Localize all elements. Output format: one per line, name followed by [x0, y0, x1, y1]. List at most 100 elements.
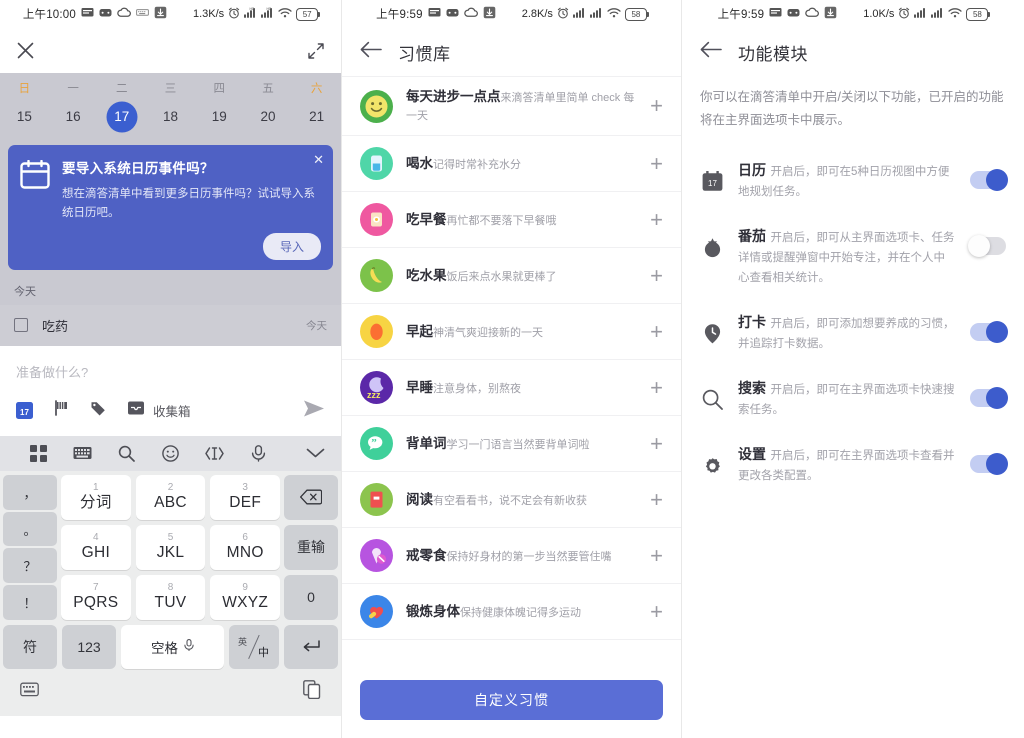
add-habit-icon[interactable]: + — [650, 95, 663, 117]
download-icon — [483, 6, 496, 22]
key-6[interactable]: 6 MNO — [210, 524, 281, 570]
key-3[interactable]: 3 DEF — [210, 474, 281, 520]
feature-row-search[interactable]: 搜索 开启后，即可在主界面选项卡快速搜索任务。 — [682, 368, 1024, 434]
key-7[interactable]: 7 PQRS — [61, 574, 131, 620]
close-icon[interactable] — [16, 41, 35, 60]
habit-row[interactable]: 早起神清气爽迎接新的一天 + — [342, 304, 681, 360]
add-habit-icon[interactable]: + — [650, 264, 663, 287]
key-5[interactable]: 5 JKL — [135, 524, 206, 570]
key-8[interactable]: 8 TUV — [135, 574, 206, 620]
feature-toggle-habit[interactable] — [970, 321, 1008, 344]
key-exclaim[interactable]: ！ — [3, 585, 57, 620]
habit-row[interactable]: 吃水果饭后来点水果就更棒了 + — [342, 248, 681, 304]
add-habit-icon[interactable]: + — [650, 544, 663, 567]
svg-text:HD: HD — [267, 7, 272, 11]
habit-row[interactable]: 喝水记得时常补充水分 + — [342, 136, 681, 192]
add-habit-icon[interactable]: + — [650, 488, 663, 511]
signal-1-icon — [572, 7, 586, 21]
cursor-move-icon[interactable] — [193, 446, 237, 461]
day-cell-15[interactable]: 15 — [0, 105, 49, 129]
tag-icon[interactable] — [90, 400, 107, 421]
feature-name: 日历 — [738, 162, 766, 179]
custom-habit-button[interactable]: 自定义习惯 — [360, 680, 663, 720]
priority-flag-icon[interactable] — [53, 400, 70, 421]
expand-icon[interactable] — [307, 42, 325, 60]
import-button[interactable]: 导入 — [262, 232, 321, 260]
day-cell-19[interactable]: 19 — [195, 105, 244, 129]
keyboard-switch-icon[interactable] — [20, 682, 39, 702]
language-switch-key[interactable]: 英 中 — [229, 624, 279, 669]
habit-icon-nosnack — [360, 539, 393, 572]
key-1[interactable]: 1 分词 — [61, 474, 131, 520]
collapse-keyboard-icon[interactable] — [281, 447, 325, 459]
key-period[interactable]: 。 — [3, 511, 57, 547]
add-habit-icon[interactable]: + — [650, 376, 663, 399]
habit-row[interactable]: ” 背单词学习一门语言当然要背单词啦 + — [342, 416, 681, 472]
feature-toggle-search[interactable] — [970, 387, 1008, 410]
feature-desc: 开启后，即可在5种日历视图中方便地规划任务。 — [738, 166, 950, 199]
habit-row[interactable]: 锻炼身体保持健康体魄记得多运动 + — [342, 584, 681, 640]
feature-row-settings[interactable]: 设置 开启后，即可在主界面选项卡查看并更改各类配置。 — [682, 434, 1024, 500]
keyboard-layout-icon[interactable] — [60, 446, 104, 460]
day-cell-17-selected[interactable]: 17 — [97, 101, 146, 133]
task-row[interactable]: 吃药 今天 — [0, 304, 341, 346]
add-habit-icon[interactable]: + — [650, 152, 663, 175]
add-habit-icon[interactable]: + — [650, 432, 663, 455]
space-key[interactable]: 空格 — [121, 624, 224, 669]
inbox-icon[interactable] — [127, 400, 145, 421]
habit-name: 锻炼身体 — [406, 603, 460, 619]
day-cell-21[interactable]: 21 — [292, 105, 341, 129]
key-2[interactable]: 2 ABC — [135, 474, 206, 520]
day-cell-20[interactable]: 20 — [244, 105, 293, 129]
microphone-icon[interactable] — [237, 445, 281, 462]
send-icon[interactable] — [303, 399, 325, 423]
feature-toggle-pomodoro[interactable] — [968, 235, 1006, 258]
week-calendar-strip[interactable]: 日 一 二 三 四 五 六 15 16 17 18 19 20 21 — [0, 73, 341, 139]
task-input[interactable]: 准备做什么? — [16, 362, 325, 399]
habit-row[interactable]: 吃早餐再忙都不要落下早餐哦 + — [342, 192, 681, 248]
day-cell-16[interactable]: 16 — [49, 105, 98, 129]
habit-row[interactable]: 戒零食保持好身材的第一步当然要管住嘴 + — [342, 528, 681, 584]
message-icon — [769, 7, 782, 21]
status-time: 上午10:00 — [22, 9, 76, 21]
key-4[interactable]: 4 GHI — [61, 524, 131, 570]
date-chip-icon[interactable]: 17 — [16, 402, 33, 420]
backspace-key[interactable] — [284, 474, 338, 520]
day-cell-18[interactable]: 18 — [146, 105, 195, 129]
search-icon[interactable] — [104, 445, 148, 462]
download-icon — [824, 6, 837, 22]
key-0[interactable]: 0 — [284, 574, 338, 620]
feature-row-calendar[interactable]: 17 日历 开启后，即可在5种日历视图中方便地规划任务。 — [682, 150, 1024, 216]
add-habit-icon[interactable]: + — [650, 600, 663, 623]
key-question[interactable]: ？ — [3, 548, 57, 584]
feature-toggle-calendar[interactable] — [970, 169, 1008, 192]
habit-row[interactable]: 阅读有空看看书，说不定会有新收获 + — [342, 472, 681, 528]
symbol-key[interactable]: 符 — [3, 624, 57, 669]
habit-row[interactable]: zzz 早睡注意身体，别熬夜 + — [342, 360, 681, 416]
redo-key[interactable]: 重输 — [284, 524, 338, 570]
key-comma[interactable]: ， — [3, 474, 57, 510]
habit-icon-sleep: zzz — [360, 371, 393, 404]
back-arrow-icon[interactable] — [700, 41, 722, 63]
feature-row-pomodoro[interactable]: 番茄 开启后，即可从主界面选项卡、任务详情或提醒弹窗中开始专注，并在个人中心查看… — [682, 216, 1024, 302]
enter-key[interactable] — [284, 624, 338, 669]
habit-name: 喝水 — [406, 155, 433, 171]
game-icon — [787, 7, 800, 21]
feature-toggle-settings[interactable] — [970, 452, 1008, 475]
banner-close-icon[interactable]: ✕ — [313, 153, 324, 166]
habit-row[interactable]: 每天进步一点点来滴答清单里简单 check 每一天 + — [342, 76, 681, 136]
habit-library-topbar: 习惯库 — [342, 28, 681, 76]
add-habit-icon[interactable]: + — [650, 320, 663, 343]
list-label[interactable]: 收集箱 — [153, 401, 191, 420]
clipboard-icon[interactable] — [303, 680, 321, 704]
back-arrow-icon[interactable] — [360, 41, 382, 63]
feature-row-habit[interactable]: 打卡 开启后，即可添加想要养成的习惯，并追踪打卡数据。 — [682, 302, 1024, 368]
habit-desc: 有空看看书，说不定会有新收获 — [433, 494, 587, 507]
numeric-key[interactable]: 123 — [62, 624, 116, 669]
add-habit-icon[interactable]: + — [650, 208, 663, 231]
key-9[interactable]: 9 WXYZ — [210, 574, 281, 620]
keyboard-footer — [3, 669, 338, 716]
task-checkbox[interactable] — [14, 318, 28, 333]
grid-apps-icon[interactable] — [16, 444, 60, 462]
emoji-icon[interactable] — [148, 445, 192, 462]
